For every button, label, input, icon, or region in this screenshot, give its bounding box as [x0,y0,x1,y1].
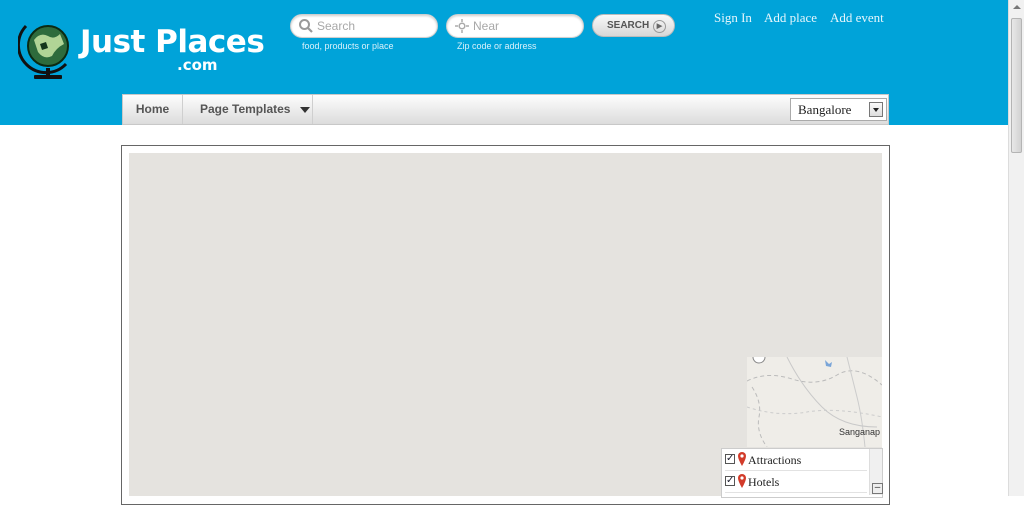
select-arrow-icon[interactable] [869,102,883,117]
checkbox-hotels[interactable] [725,471,735,491]
checkbox-attractions[interactable] [725,449,735,469]
search-input[interactable] [315,18,439,34]
map-pin-icon [738,474,746,488]
link-sign-in[interactable]: Sign In [714,10,752,26]
logo-title: Just Places [80,24,265,60]
main-nav: Home Page Templates Bangalore [122,94,889,125]
nav-page-templates[interactable]: Page Templates [183,95,313,124]
near-input[interactable] [471,18,595,34]
site-logo[interactable]: Just Places .com [18,18,265,84]
location-icon [455,19,469,33]
legend-label: Attractions [748,453,802,467]
link-add-place[interactable]: Add place [764,10,817,26]
dropdown-caret-icon [299,106,310,113]
nav-home-label: Home [135,102,170,116]
legend-label: Hotels [748,475,780,489]
near-field[interactable] [446,14,595,38]
map-legend: Attractions Hotels [721,448,883,498]
search-icon [299,19,313,33]
nav-home[interactable]: Home [123,95,183,124]
globe-logo-icon [18,24,69,79]
legend-minimize-button[interactable]: – [872,483,883,494]
city-select[interactable]: Bangalore [790,98,887,121]
city-select-value: Bangalore [798,102,852,117]
map-pin-icon [738,452,746,466]
site-header: Just Places .com food, products or place… [0,0,1008,125]
arrow-right-icon: ▶ [653,20,666,33]
legend-item-attractions[interactable]: Attractions [725,449,867,471]
search-button[interactable]: SEARCH ▶ [592,14,675,37]
scroll-thumb[interactable] [1011,18,1022,153]
map-thumb-label: Sanganap [838,427,880,437]
scroll-up-arrow-icon[interactable] [1013,5,1021,9]
search-field[interactable] [290,14,439,38]
nav-templates-label: Page Templates [200,102,291,116]
page-scrollbar[interactable] [1008,0,1024,496]
search-hint: food, products or place [302,41,394,51]
logo-domain: .com [177,56,218,74]
map-overview-thumbnail[interactable]: Sanganap [747,357,882,447]
legend-item-hotels[interactable]: Hotels [725,471,867,493]
near-hint: Zip code or address [457,41,537,51]
search-button-label: SEARCH [607,20,650,31]
link-add-event[interactable]: Add event [830,10,884,26]
